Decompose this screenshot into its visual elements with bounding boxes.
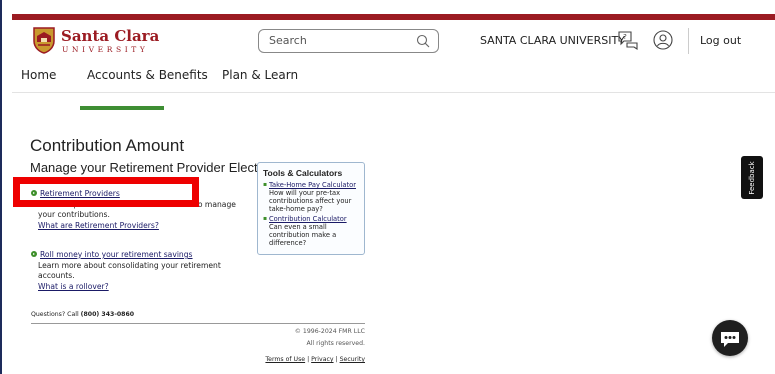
questions-label: Questions? Call	[31, 311, 79, 318]
page-title: Contribution Amount	[30, 136, 185, 155]
tool-item: Contribution Calculator Can even a small…	[263, 215, 359, 247]
tool-description: How will your pre-tax contributions affe…	[269, 189, 352, 213]
chat-button[interactable]	[712, 320, 748, 356]
privacy-link[interactable]: Privacy	[311, 356, 333, 363]
active-tab-indicator	[80, 106, 164, 110]
copyright: © 1996-2024 FMR LLC	[294, 328, 365, 335]
section-description-cont: your contributions.	[38, 210, 110, 219]
contribution-calculator-link[interactable]: Contribution Calculator	[269, 215, 347, 223]
tool-item: Take-Home Pay Calculator How will your p…	[263, 181, 359, 213]
header-divider	[688, 28, 689, 54]
take-home-pay-calculator-link[interactable]: Take-Home Pay Calculator	[269, 181, 356, 189]
footer-separator: |	[307, 356, 310, 363]
arrow-bullet-icon	[31, 251, 37, 257]
nav-item-home[interactable]: Home	[21, 68, 56, 82]
phone-number: (800) 343-0860	[80, 311, 135, 318]
search-icon[interactable]	[416, 34, 430, 48]
feedback-label: Feedback	[748, 160, 756, 195]
footer-separator: |	[335, 356, 338, 363]
rollover-link[interactable]: Roll money into your retirement savings	[40, 250, 193, 259]
tools-title: Tools & Calculators	[263, 168, 343, 178]
footer-links: Terms of Use | Privacy | Security	[265, 356, 365, 363]
terms-link[interactable]: Terms of Use	[265, 356, 305, 363]
shield-icon	[33, 27, 55, 54]
nav-item-plan-learn[interactable]: Plan & Learn	[222, 68, 298, 82]
footer-divider	[31, 323, 365, 324]
tool-description: Can even a small contribution make a dif…	[269, 223, 337, 247]
rights-reserved: All rights reserved.	[306, 340, 365, 347]
search-box[interactable]	[258, 29, 439, 53]
section-description-cont: accounts.	[38, 271, 75, 280]
section-description: Learn more about consolidating your reti…	[38, 260, 221, 270]
svg-text:?: ?	[623, 33, 627, 41]
logo-subtitle: UNIVERSITY	[62, 45, 149, 54]
nav-divider	[12, 92, 775, 93]
page-subtitle: Manage your Retirement Provider Election…	[30, 160, 282, 175]
user-icon[interactable]	[653, 30, 673, 50]
questions-line: Questions? Call (800) 343-0860	[31, 311, 134, 318]
university-logo[interactable]: Santa Clara UNIVERSITY	[33, 26, 159, 58]
chat-bubble-icon	[721, 332, 739, 347]
help-chat-icon[interactable]: ?	[617, 29, 639, 51]
university-link[interactable]: SANTA CLARA UNIVERSITY	[480, 34, 625, 47]
what-are-providers-link[interactable]: What are Retirement Providers?	[38, 221, 159, 230]
top-accent-bar	[12, 14, 775, 20]
feedback-tab[interactable]: Feedback	[741, 156, 763, 199]
what-is-rollover-link[interactable]: What is a rollover?	[38, 282, 109, 291]
section-rollover: Roll money into your retirement savings …	[31, 250, 221, 292]
nav-item-accounts-benefits[interactable]: Accounts & Benefits	[87, 68, 208, 82]
highlight-box	[13, 177, 199, 207]
tools-calculators-panel: Tools & Calculators Take-Home Pay Calcul…	[257, 162, 365, 255]
logo-name: Santa Clara	[61, 27, 160, 45]
logout-button[interactable]: Log out	[700, 34, 741, 47]
security-link[interactable]: Security	[340, 356, 365, 363]
search-input[interactable]	[269, 34, 409, 47]
